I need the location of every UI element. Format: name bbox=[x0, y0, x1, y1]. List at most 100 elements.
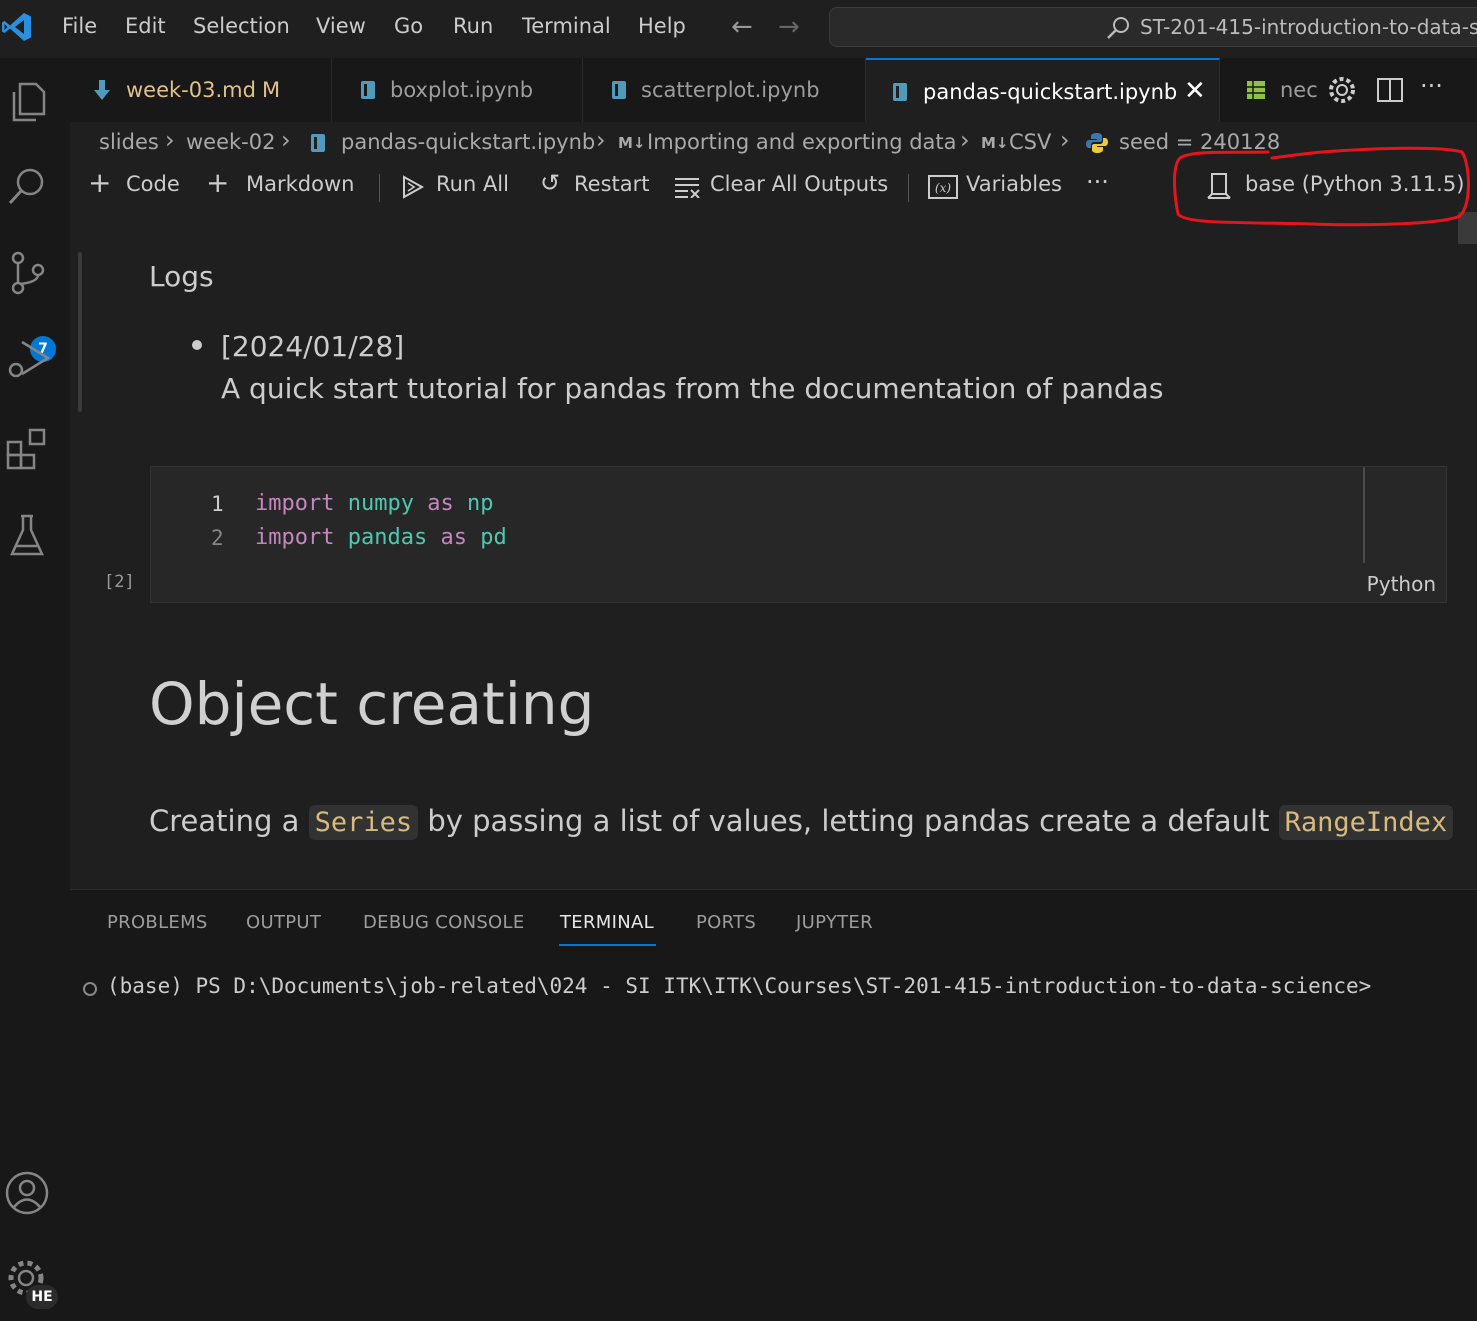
cell-divider bbox=[1363, 467, 1365, 563]
list-bullet bbox=[192, 340, 202, 350]
chevron-right-icon: › bbox=[1060, 126, 1070, 154]
restart-icon: ↺ bbox=[540, 169, 561, 197]
split-editor-icon[interactable] bbox=[1374, 74, 1406, 106]
chevron-right-icon: › bbox=[281, 126, 291, 154]
gear-icon[interactable] bbox=[1326, 74, 1358, 106]
code-line[interactable]: import numpy as np bbox=[255, 491, 493, 516]
source-control-icon[interactable] bbox=[4, 250, 50, 296]
menu-view[interactable]: View bbox=[316, 14, 366, 38]
plus-icon: + bbox=[206, 166, 230, 199]
breadcrumb-item[interactable]: week-02 bbox=[186, 130, 275, 154]
terminal-prompt[interactable]: (base) PS D:\Documents\job-related\024 -… bbox=[107, 974, 1371, 998]
code-cell[interactable]: 1 import numpy as np 2 import pandas as … bbox=[150, 466, 1447, 603]
tab-problems[interactable]: PROBLEMS bbox=[107, 912, 208, 933]
paragraph-text: Creating a bbox=[149, 804, 309, 838]
testing-icon[interactable] bbox=[4, 512, 50, 558]
tab-pandas-quickstart-ipynb[interactable]: pandas-quickstart.ipynb ✕ bbox=[866, 58, 1220, 122]
chevron-right-icon: › bbox=[596, 126, 606, 154]
red-circle-annotation bbox=[1173, 146, 1470, 227]
tab-nec[interactable]: nec bbox=[1220, 58, 1320, 122]
run-all-button[interactable]: Run All bbox=[436, 172, 509, 196]
markdown-icon: M↓ bbox=[981, 134, 1009, 152]
tab-terminal[interactable]: TERMINAL bbox=[560, 912, 654, 933]
more-icon[interactable]: ··· bbox=[1086, 168, 1109, 196]
inline-code: RangeIndex bbox=[1278, 805, 1454, 840]
tab-label: pandas-quickstart.ipynb bbox=[923, 80, 1178, 104]
tab-week-03-md[interactable]: week-03.md M bbox=[70, 58, 332, 122]
menu-selection[interactable]: Selection bbox=[193, 14, 290, 38]
paragraph-text: by passing a list of values, letting pan… bbox=[418, 804, 1279, 838]
clear-all-outputs-icon bbox=[675, 178, 700, 198]
code-alias: pd bbox=[480, 525, 507, 550]
execution-count: [2] bbox=[104, 572, 135, 592]
extensions-icon[interactable] bbox=[4, 424, 50, 470]
breadcrumb-item[interactable]: CSV bbox=[1009, 130, 1051, 154]
bottom-panel: PROBLEMS OUTPUT DEBUG CONSOLE TERMINAL P… bbox=[70, 889, 1477, 1321]
clear-all-outputs-button[interactable]: Clear All Outputs bbox=[710, 172, 888, 196]
more-actions-icon[interactable]: ··· bbox=[1420, 72, 1443, 100]
modified-indicator: M bbox=[262, 78, 281, 102]
accounts-icon[interactable] bbox=[4, 1170, 50, 1216]
arrow-left-icon[interactable]: ← bbox=[731, 12, 753, 42]
breadcrumb-item[interactable]: slides bbox=[99, 130, 159, 154]
add-code-cell-button[interactable]: Code bbox=[126, 172, 180, 196]
command-center-search[interactable]: ST-201-415-introduction-to-data-science bbox=[829, 7, 1477, 47]
markdown-paragraph: Creating a Series by passing a list of v… bbox=[149, 804, 1454, 840]
code-line[interactable]: import pandas as pd bbox=[255, 525, 507, 550]
cell-language-picker[interactable]: Python bbox=[1367, 572, 1436, 596]
close-icon[interactable]: ✕ bbox=[1184, 76, 1206, 106]
notebook-editor: Logs [2024/01/28] A quick start tutorial… bbox=[70, 212, 1477, 889]
vscode-logo-icon bbox=[2, 13, 31, 41]
add-markdown-cell-button[interactable]: Markdown bbox=[246, 172, 354, 196]
tab-output[interactable]: OUTPUT bbox=[246, 912, 321, 933]
markdown-heading-1: Object creating bbox=[149, 670, 595, 738]
run-debug-icon[interactable] bbox=[4, 336, 50, 382]
toolbar-divider bbox=[379, 174, 380, 202]
explorer-icon[interactable] bbox=[4, 78, 50, 124]
tab-debug-console[interactable]: DEBUG CONSOLE bbox=[363, 912, 525, 933]
toolbar-divider bbox=[908, 174, 909, 202]
tab-label: scatterplot.ipynb bbox=[641, 78, 820, 102]
chevron-right-icon: › bbox=[960, 126, 970, 154]
variables-icon: (x) bbox=[928, 175, 958, 199]
notebook-icon bbox=[311, 134, 325, 152]
list-item: [2024/01/28] bbox=[221, 330, 405, 363]
line-number: 2 bbox=[211, 526, 224, 550]
search-icon[interactable] bbox=[4, 164, 50, 210]
breadcrumb-item[interactable]: pandas-quickstart.ipynb bbox=[341, 130, 595, 154]
code-module: numpy bbox=[347, 491, 414, 516]
tab-label: nec bbox=[1280, 78, 1318, 102]
chevron-right-icon: › bbox=[165, 126, 175, 154]
menu-run[interactable]: Run bbox=[453, 14, 493, 38]
menu-edit[interactable]: Edit bbox=[125, 14, 166, 38]
breadcrumb-item[interactable]: Importing and exporting data bbox=[647, 130, 957, 154]
variables-button[interactable]: Variables bbox=[966, 172, 1062, 196]
arrow-right-icon[interactable]: → bbox=[778, 12, 800, 42]
code-module: pandas bbox=[347, 525, 428, 550]
menu-terminal[interactable]: Terminal bbox=[522, 14, 611, 38]
menu-help[interactable]: Help bbox=[638, 14, 686, 38]
notebook-icon bbox=[612, 81, 626, 99]
code-keyword: as bbox=[427, 491, 454, 516]
menu-file[interactable]: File bbox=[62, 14, 97, 38]
tab-boxplot-ipynb[interactable]: boxplot.ipynb bbox=[332, 58, 583, 122]
tab-jupyter[interactable]: JUPYTER bbox=[796, 912, 873, 933]
restart-button[interactable]: Restart bbox=[574, 172, 649, 196]
code-keyword: as bbox=[440, 525, 467, 550]
run-all-icon bbox=[403, 175, 425, 199]
menu-go[interactable]: Go bbox=[394, 14, 423, 38]
account-badge: HE bbox=[26, 1285, 58, 1309]
command-center-label: ST-201-415-introduction-to-data-science bbox=[1140, 15, 1477, 39]
line-number: 1 bbox=[211, 492, 224, 516]
terminal-status-icon bbox=[83, 982, 97, 996]
tab-ports[interactable]: PORTS bbox=[696, 912, 756, 933]
markdown-down-arrow-icon bbox=[94, 80, 110, 100]
plus-icon: + bbox=[88, 166, 112, 199]
tab-scatterplot-ipynb[interactable]: scatterplot.ipynb bbox=[583, 58, 866, 122]
svg-text:(x): (x) bbox=[935, 181, 951, 195]
title-bar: File Edit Selection View Go Run Terminal… bbox=[0, 0, 1477, 58]
cell-focus-indicator bbox=[78, 252, 82, 412]
spreadsheet-icon bbox=[1247, 81, 1265, 99]
markdown-heading: Logs bbox=[149, 260, 214, 293]
markdown-icon: M↓ bbox=[618, 134, 646, 152]
